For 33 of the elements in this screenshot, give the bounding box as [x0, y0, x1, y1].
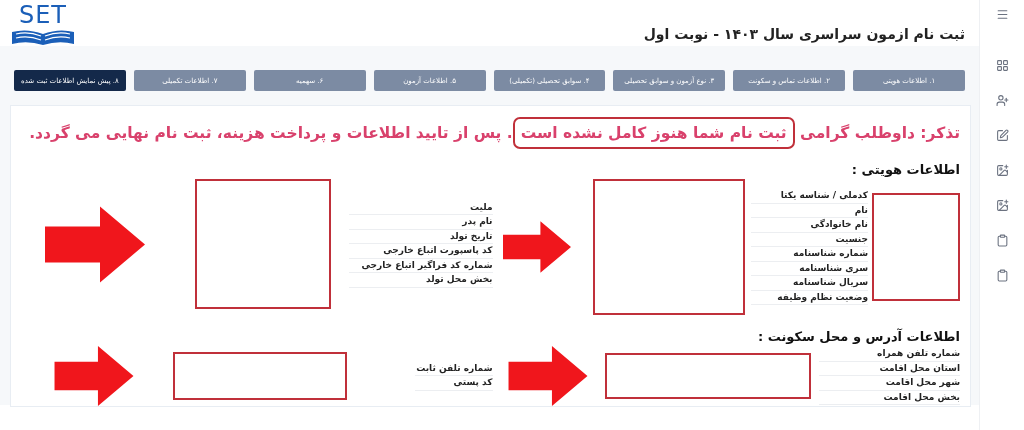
field-label: سری شناسنامه [750, 261, 868, 276]
field-label: تاریخ تولد [349, 229, 493, 244]
clipboard-icon[interactable] [995, 234, 1009, 247]
field-label: استان محل اقامت [818, 361, 960, 376]
image-icon[interactable] [995, 164, 1009, 177]
field-label: نام [750, 203, 868, 218]
grid-icon[interactable] [995, 59, 1009, 72]
field-label: کد پستی [415, 376, 493, 391]
field-label: کد پاسپورت اتباع خارجی [349, 244, 493, 259]
field-label: سریال شناسنامه [750, 276, 868, 291]
field-label: بخش محل تولد [349, 273, 493, 288]
image-icon[interactable] [995, 199, 1009, 212]
field-label: بخش محل اقامت [818, 390, 960, 405]
menu-icon[interactable] [995, 8, 1009, 21]
field-label: شماره تلفن همراه [818, 347, 960, 362]
notice-text: تذکر: داوطلب گرامی ثبت نام شما هنوز کامل نشده است . پس از تایید اطلاعات و پرداخت هزینه، ثبت نام نهایی می گردد. [25, 114, 960, 152]
field-label: کدملی / شناسه یکتا [750, 189, 868, 204]
field-label: شماره شناسنامه [750, 247, 868, 262]
field-label: نام خانوادگی [750, 218, 868, 233]
field-label: شماره کد فراگیر اتباع خارجی [349, 258, 493, 273]
field-label: ملیت [349, 200, 493, 215]
field-label: نام پدر [349, 215, 493, 230]
page-title: ثبت نام ازمون سراسری سال ۱۴۰۳ - نوبت اول [643, 26, 965, 42]
field-label: شماره تلفن ثابت [415, 361, 493, 376]
edit-icon[interactable] [995, 129, 1009, 142]
logo-text: SET [18, 2, 68, 28]
field-label: شهر محل اقامت [818, 376, 960, 391]
user-add-icon[interactable] [995, 94, 1009, 107]
field-label: وضعیت نظام وظیفه [750, 290, 868, 305]
clipboard-icon[interactable] [995, 269, 1009, 282]
section-heading: اطلاعات آدرس و محل سکونت : [757, 329, 960, 344]
section-heading: اطلاعات هویتی : [850, 162, 960, 177]
field-label: جنسیت [750, 232, 868, 247]
